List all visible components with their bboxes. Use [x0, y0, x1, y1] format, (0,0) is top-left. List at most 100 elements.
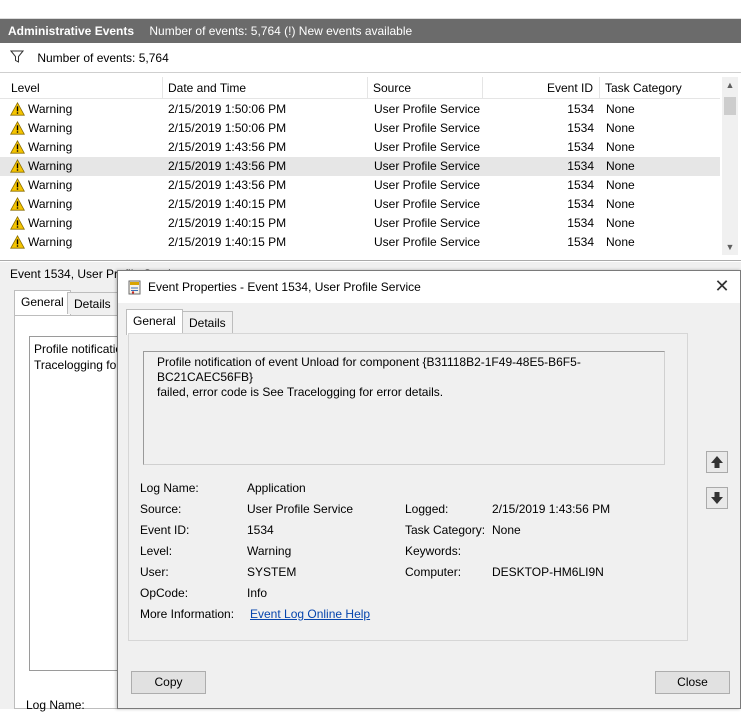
- table-row[interactable]: Warning 2/15/2019 1:43:56 PM User Profile …: [0, 157, 720, 176]
- keywords-label: Keywords:: [405, 544, 462, 558]
- cell-date-time: 2/15/2019 1:40:15 PM: [168, 197, 287, 211]
- cell-source: User Profile Service: [374, 235, 481, 249]
- cell-date-time: 2/15/2019 1:50:06 PM: [168, 121, 287, 135]
- column-source[interactable]: Source: [368, 77, 483, 99]
- computer-label: Computer:: [405, 565, 462, 579]
- cell-source: User Profile Service: [374, 102, 481, 116]
- table-row[interactable]: Warning 2/15/2019 1:43:56 PM User Profile …: [0, 138, 720, 157]
- next-event-button[interactable]: [706, 487, 728, 509]
- cell-date-time: 2/15/2019 1:50:06 PM: [168, 102, 287, 116]
- grid-header: Level Date and Time Source Event ID Task…: [0, 77, 720, 99]
- cell-date-time: 2/15/2019 1:43:56 PM: [168, 140, 287, 154]
- more-information-label: More Information:: [140, 607, 235, 621]
- cell-event-id: 1534: [567, 102, 594, 116]
- cell-task-category: None: [606, 159, 635, 173]
- source-value: User Profile Service: [247, 502, 354, 516]
- cell-event-id: 1534: [567, 159, 594, 173]
- cell-task-category: None: [606, 121, 635, 135]
- dialog-general-panel: Profile notification of event Unload for…: [128, 333, 688, 641]
- table-row[interactable]: Warning 2/15/2019 1:40:15 PM User Profile …: [0, 233, 720, 252]
- log-name-label: Log Name:: [140, 481, 199, 495]
- cell-date-time: 2/15/2019 1:43:56 PM: [168, 159, 287, 173]
- task-category-label: Task Category:: [405, 523, 486, 537]
- task-category-value: None: [492, 523, 521, 537]
- event-description-line2: failed, error code is See Tracelogging f…: [157, 385, 444, 399]
- preview-description-line2: Tracelogging for: [34, 358, 121, 372]
- dialog-titlebar[interactable]: Event Properties - Event 1534, User Prof…: [118, 271, 740, 303]
- preview-body: Profile notificatio Tracelogging for: [14, 315, 125, 709]
- preview-description-line1: Profile notificatio: [34, 342, 123, 356]
- cell-source: User Profile Service: [374, 216, 481, 230]
- log-name-value: Application: [247, 481, 306, 495]
- cell-date-time: 2/15/2019 1:43:56 PM: [168, 178, 287, 192]
- events-grid: Level Date and Time Source Event ID Task…: [0, 73, 741, 261]
- level-label: Level:: [140, 544, 173, 558]
- opcode-value: Info: [247, 586, 268, 600]
- cell-level: Warning: [28, 235, 73, 249]
- cell-task-category: None: [606, 178, 635, 192]
- cell-event-id: 1534: [567, 197, 594, 211]
- cell-level: Warning: [28, 121, 73, 135]
- cell-event-id: 1534: [567, 216, 594, 230]
- dialog-tab-general[interactable]: General: [126, 309, 183, 335]
- logged-label: Logged:: [405, 502, 449, 516]
- cell-level: Warning: [28, 197, 73, 211]
- cell-level: Warning: [28, 159, 73, 173]
- top-strip: [0, 0, 741, 19]
- column-level[interactable]: Level: [6, 77, 163, 99]
- close-icon[interactable]: ✕: [710, 275, 734, 299]
- opcode-label: OpCode:: [140, 586, 189, 600]
- grid-scrollbar[interactable]: ▲ ▼: [722, 77, 738, 255]
- cell-event-id: 1534: [567, 178, 594, 192]
- cell-task-category: None: [606, 197, 635, 211]
- column-event-id[interactable]: Event ID: [483, 77, 600, 99]
- table-row[interactable]: Warning 2/15/2019 1:40:15 PM User Profile …: [0, 195, 720, 214]
- cell-task-category: None: [606, 216, 635, 230]
- cell-source: User Profile Service: [374, 197, 481, 211]
- cell-event-id: 1534: [567, 235, 594, 249]
- view-title: Administrative Events: [8, 24, 135, 38]
- cell-event-id: 1534: [567, 121, 594, 135]
- scroll-up-icon[interactable]: ▲: [722, 77, 738, 93]
- cell-date-time: 2/15/2019 1:40:15 PM: [168, 216, 287, 230]
- table-row[interactable]: Warning 2/15/2019 1:43:56 PM User Profile …: [0, 176, 720, 195]
- cell-source: User Profile Service: [374, 178, 481, 192]
- cell-task-category: None: [606, 235, 635, 249]
- preview-tab-general[interactable]: General: [14, 290, 71, 316]
- preview-log-name-label: Log Name:: [26, 698, 85, 712]
- copy-button[interactable]: Copy: [131, 671, 206, 694]
- table-row[interactable]: Warning 2/15/2019 1:50:06 PM User Profile …: [0, 100, 720, 119]
- filter-bar: Number of events: 5,764: [0, 43, 741, 73]
- user-value: SYSTEM: [247, 565, 297, 579]
- cell-source: User Profile Service: [374, 121, 481, 135]
- cell-source: User Profile Service: [374, 159, 481, 173]
- event-description-line1: Profile notification of event Unload for…: [157, 355, 581, 384]
- logged-value: 2/15/2019 1:43:56 PM: [492, 502, 611, 516]
- column-task-category[interactable]: Task Category: [600, 77, 720, 99]
- user-label: User:: [140, 565, 169, 579]
- cell-source: User Profile Service: [374, 140, 481, 154]
- previous-event-button[interactable]: [706, 451, 728, 473]
- cell-level: Warning: [28, 216, 73, 230]
- computer-value: DESKTOP-HM6LI9N: [492, 565, 604, 579]
- cell-task-category: None: [606, 102, 635, 116]
- cell-event-id: 1534: [567, 140, 594, 154]
- column-date-time[interactable]: Date and Time: [163, 77, 368, 99]
- event-description[interactable]: Profile notification of event Unload for…: [143, 351, 665, 465]
- table-row[interactable]: Warning 2/15/2019 1:50:06 PM User Profile …: [0, 119, 720, 138]
- table-row[interactable]: Warning 2/15/2019 1:40:15 PM User Profile …: [0, 214, 720, 233]
- arrow-up-icon: [711, 456, 723, 468]
- preview-tab-details[interactable]: Details: [67, 292, 118, 314]
- scroll-thumb[interactable]: [724, 97, 736, 115]
- cell-level: Warning: [28, 140, 73, 154]
- filter-count: Number of events: 5,764: [37, 51, 169, 65]
- filter-icon[interactable]: [9, 44, 25, 74]
- warning-icon: [10, 234, 25, 255]
- event-id-label: Event ID:: [140, 523, 190, 537]
- scroll-down-icon[interactable]: ▼: [722, 239, 738, 255]
- event-log-online-help-link[interactable]: Event Log Online Help: [250, 607, 370, 621]
- close-button[interactable]: Close: [655, 671, 730, 694]
- cell-task-category: None: [606, 140, 635, 154]
- cell-level: Warning: [28, 178, 73, 192]
- dialog-tab-details[interactable]: Details: [182, 311, 233, 333]
